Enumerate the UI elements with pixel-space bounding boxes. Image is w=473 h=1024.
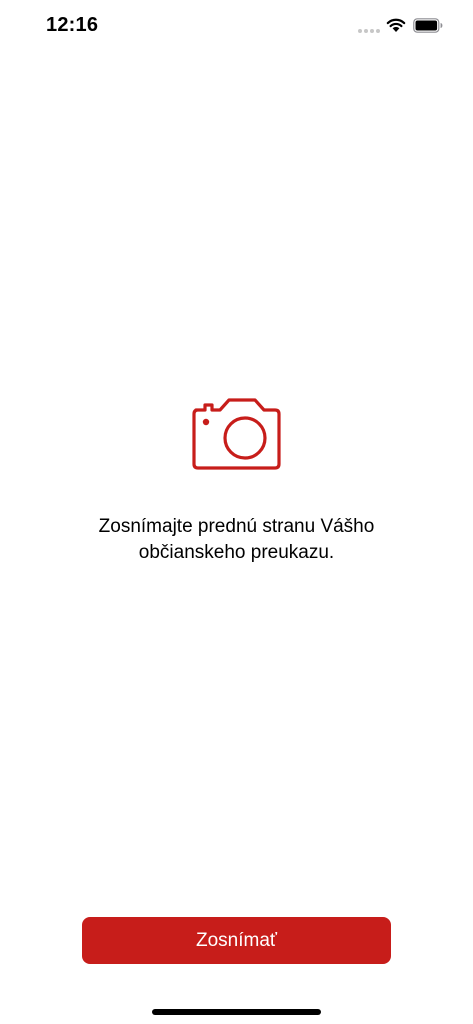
- home-indicator[interactable]: [152, 1009, 321, 1015]
- capture-screen: Zosnímajte prednú stranu Vášho občianske…: [0, 0, 473, 1024]
- capture-button-label: Zosnímať: [195, 929, 278, 951]
- camera-icon: [192, 398, 281, 470]
- capture-button[interactable]: Zosnímať: [82, 917, 391, 964]
- capture-instruction-text: Zosnímajte prednú stranu Vášho občianske…: [98, 516, 375, 563]
